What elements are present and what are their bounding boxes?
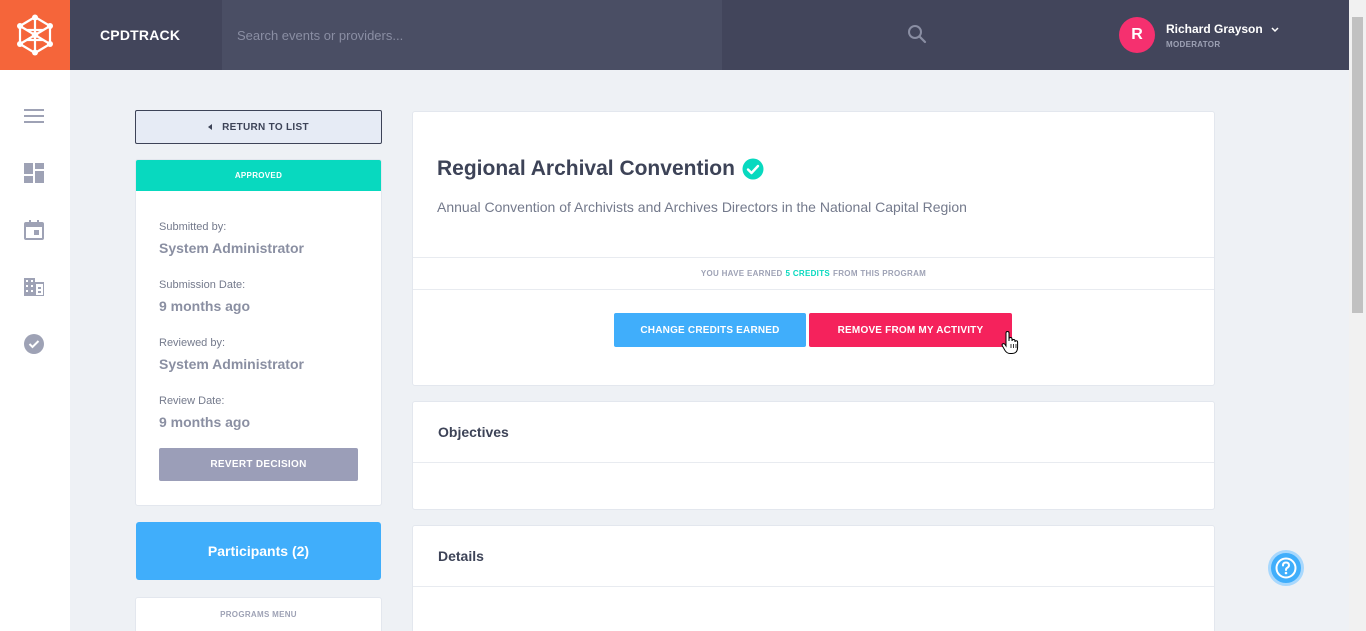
reviewed-by-label: Reviewed by: — [159, 337, 226, 349]
sidebar-item-calendar[interactable] — [23, 219, 45, 241]
sidebar-item-dashboard[interactable] — [23, 162, 45, 184]
user-role: MODERATOR — [1166, 39, 1221, 49]
hand-cursor-icon — [1001, 331, 1019, 354]
caret-left-icon — [208, 124, 213, 130]
objectives-card: Objectives — [412, 401, 1215, 510]
objectives-title: Objectives — [413, 402, 1214, 463]
help-button[interactable] — [1268, 550, 1304, 586]
verified-icon — [742, 158, 764, 180]
menu-icon — [24, 109, 44, 123]
avatar[interactable]: R — [1119, 17, 1155, 53]
submitted-by-label: Submitted by: — [159, 221, 227, 233]
network-logo-icon — [17, 14, 53, 56]
review-date-label: Review Date: — [159, 395, 225, 407]
dashboard-icon — [24, 163, 44, 183]
search-input[interactable] — [222, 0, 662, 70]
details-title: Details — [413, 526, 1214, 587]
search-bar — [222, 0, 927, 70]
revert-decision-button[interactable]: REVERT DECISION — [159, 448, 358, 481]
check-circle-icon — [24, 334, 44, 354]
submission-date-label: Submission Date: — [159, 279, 246, 291]
change-credits-button[interactable]: CHANGE CREDITS EARNED — [614, 313, 806, 347]
sidebar-item-menu[interactable] — [23, 105, 45, 127]
details-card: Details — [412, 525, 1215, 631]
submitted-by-value: System Administrator — [159, 240, 304, 256]
top-bar: CPDTRACK R Richard Grayson MODERATOR — [0, 0, 1349, 70]
status-badge: APPROVED — [136, 160, 381, 191]
participants-button[interactable]: Participants (2) — [136, 522, 381, 580]
user-info[interactable]: Richard Grayson MODERATOR — [1166, 22, 1263, 49]
sidebar-item-approvals[interactable] — [23, 333, 45, 355]
credits-suffix: FROM THIS PROGRAM — [833, 269, 927, 278]
sidebar — [0, 70, 70, 631]
building-icon — [24, 278, 44, 296]
return-to-list-label: RETURN TO LIST — [222, 121, 309, 133]
program-title-row: Regional Archival Convention — [437, 157, 764, 181]
review-date-value: 9 months ago — [159, 414, 251, 430]
return-to-list-button[interactable]: RETURN TO LIST — [135, 110, 382, 144]
program-card: Regional Archival Convention Annual Conv… — [412, 111, 1215, 386]
scrollbar-thumb[interactable] — [1352, 17, 1363, 313]
question-mark-icon — [1275, 557, 1297, 579]
user-menu[interactable]: R Richard Grayson MODERATOR — [1119, 17, 1263, 53]
program-description: Annual Convention of Archivists and Arch… — [437, 199, 967, 215]
search-icon[interactable] — [907, 24, 927, 44]
sidebar-item-organizations[interactable] — [23, 276, 45, 298]
credits-value: 5 CREDITS — [785, 269, 831, 278]
credits-earned-row: YOU HAVE EARNED 5 CREDITS FROM THIS PROG… — [413, 257, 1214, 290]
remove-from-activity-button[interactable]: REMOVE FROM MY ACTIVITY — [809, 313, 1012, 347]
review-status-card: APPROVED Submitted by: System Administra… — [135, 159, 382, 506]
user-name: Richard Grayson — [1166, 21, 1263, 36]
chevron-down-icon[interactable] — [1270, 26, 1280, 34]
submission-date-value: 9 months ago — [159, 298, 251, 314]
reviewed-by-value: System Administrator — [159, 356, 304, 372]
app-logo[interactable] — [0, 0, 70, 70]
app-brand[interactable]: CPDTRACK — [100, 0, 180, 70]
programs-menu[interactable]: PROGRAMS MENU — [135, 597, 382, 631]
program-title: Regional Archival Convention — [437, 157, 735, 180]
credits-prefix: YOU HAVE EARNED — [700, 269, 783, 278]
calendar-icon — [24, 220, 44, 240]
